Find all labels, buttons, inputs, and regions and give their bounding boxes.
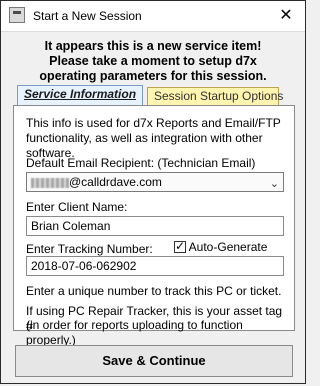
tracking-number-input[interactable]: 2018-07-06-062902	[26, 256, 284, 276]
intro-line-2: Please take a moment to setup d7x	[49, 54, 257, 68]
email-label: Default Email Recipient: (Technician Ema…	[26, 156, 256, 170]
tab-session-startup-options[interactable]: Session Startup Options	[147, 87, 283, 105]
auto-generate-option[interactable]: Auto-Generate	[174, 239, 268, 254]
close-icon[interactable]: ✕	[275, 5, 297, 27]
tab-service-information[interactable]: Service Information	[17, 85, 143, 105]
client-name-label: Enter Client Name:	[26, 200, 128, 214]
asset-tag-note-2: (in order for reports uploading to funct…	[26, 318, 243, 347]
unique-number-note: Enter a unique number to track this PC o…	[26, 284, 282, 298]
intro-message: It appears this is a new service item! P…	[9, 39, 297, 84]
intro-line-1: It appears this is a new service item!	[44, 39, 262, 53]
email-dropdown[interactable]: @calldrdave.com ⌄	[26, 172, 284, 192]
app-icon	[9, 7, 25, 23]
panel-description: This info is used for d7x Reports and Em…	[26, 116, 281, 160]
auto-generate-label: Auto-Generate	[188, 240, 268, 254]
auto-generate-checkbox[interactable]	[174, 239, 186, 253]
tracking-number-label: Enter Tracking Number:	[26, 242, 153, 256]
title-bar: Start a New Session ✕	[1, 1, 305, 32]
service-information-panel: This info is used for d7x Reports and Em…	[13, 105, 295, 347]
save-continue-button[interactable]: Save & Continue	[15, 345, 293, 377]
window-title: Start a New Session	[33, 9, 142, 23]
intro-line-3: operating parameters for this session.	[39, 69, 267, 83]
chevron-down-icon[interactable]: ⌄	[270, 175, 279, 193]
email-value: @calldrdave.com	[69, 175, 162, 189]
redacted-email-user	[31, 177, 69, 188]
client-name-input[interactable]: Brian Coleman	[26, 216, 284, 236]
dialog-window: Start a New Session ✕ It appears this is…	[0, 0, 306, 384]
